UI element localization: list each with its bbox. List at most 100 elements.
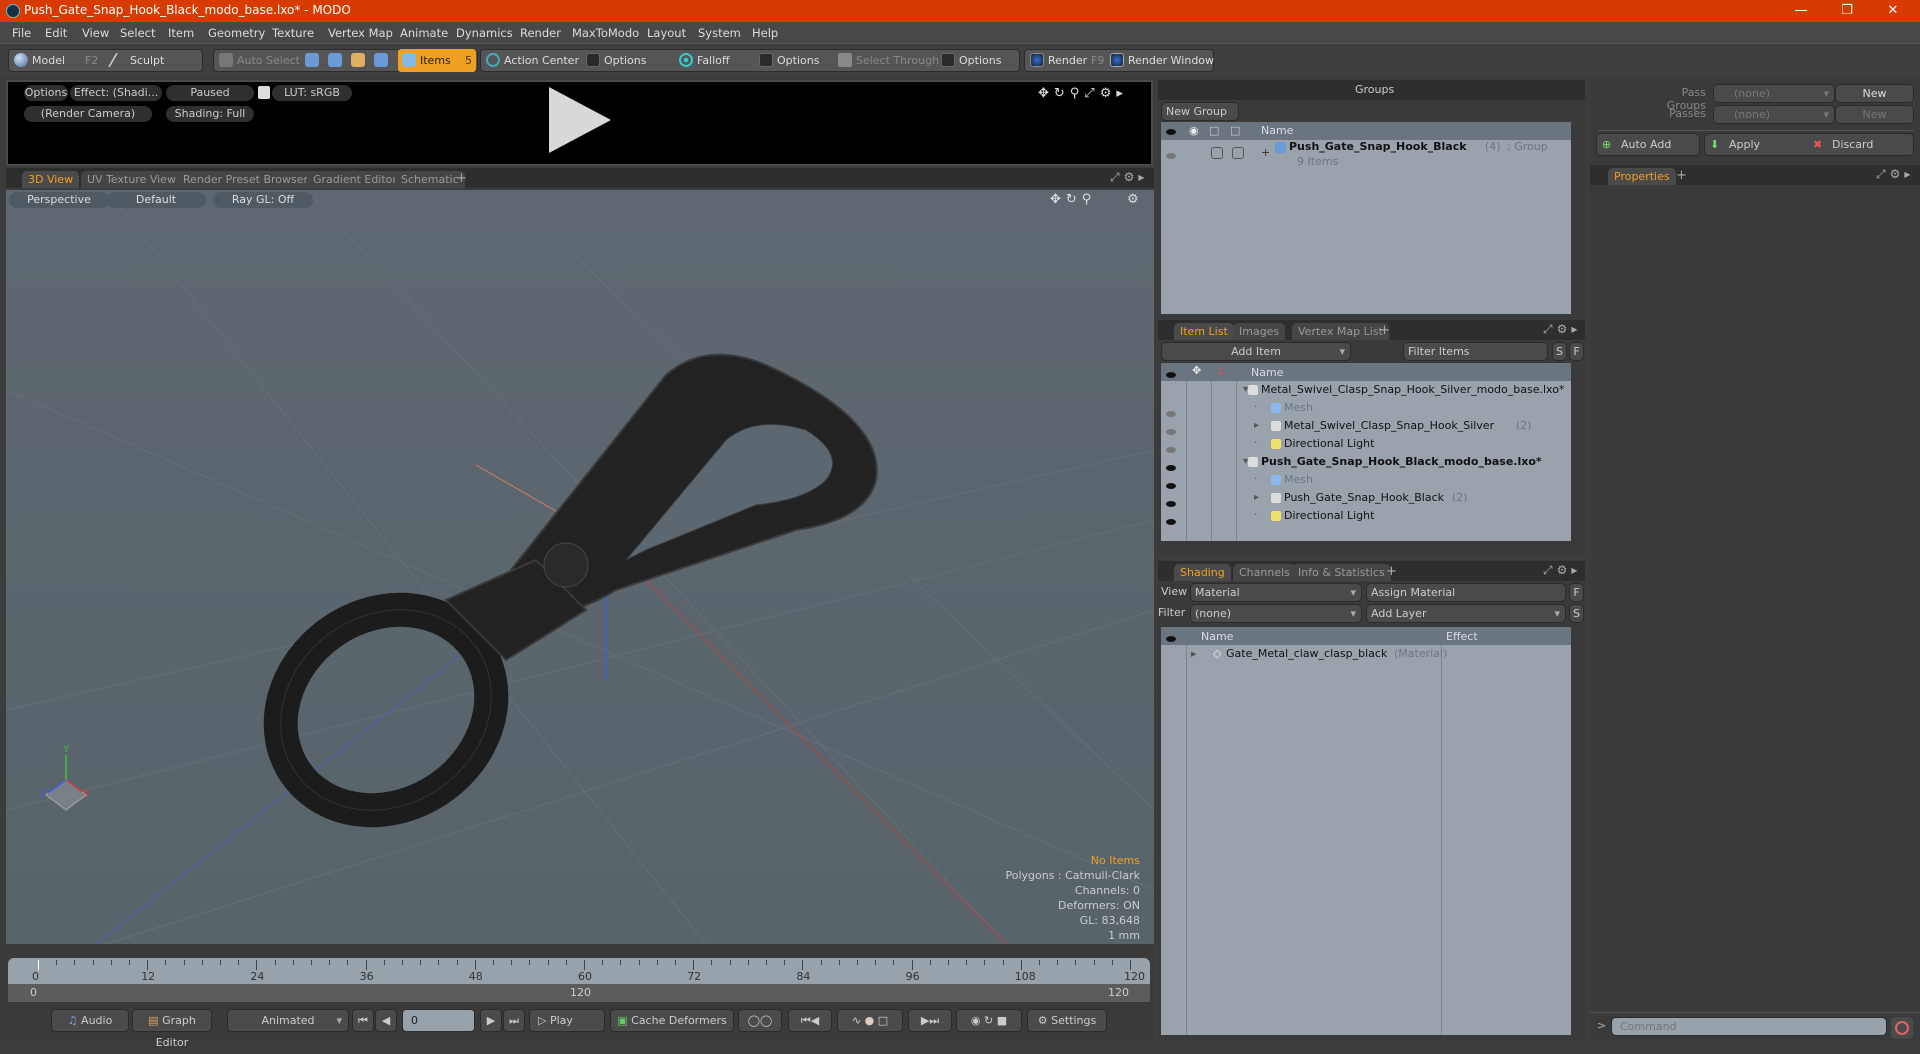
materials-mode-button[interactable] (371, 49, 391, 72)
select-through-options-button[interactable]: Options (937, 49, 1017, 72)
menu-maxtomodo[interactable]: MaxToModo (572, 26, 639, 40)
menu-vertex-map[interactable]: Vertex Map (328, 26, 393, 40)
select-through-button[interactable]: Select Through (834, 49, 939, 72)
tab-vertex-map-list[interactable]: Vertex Map List (1292, 323, 1389, 340)
item-list-row[interactable]: · Mesh (1161, 471, 1571, 489)
shading-s-button[interactable]: S (1569, 604, 1584, 623)
menu-dynamics[interactable]: Dynamics (456, 26, 513, 40)
shading-f-button[interactable]: F (1569, 583, 1584, 602)
itemlist-panel-icons[interactable]: ⤢⚙▸ (1543, 322, 1581, 337)
item-list-row[interactable]: ▾ Push_Gate_Snap_Hook_Black_modo_base.lxo… (1161, 453, 1571, 471)
material-row[interactable]: ▸ ◇ Gate_Metal_claw_clasp_black (Materia… (1161, 645, 1571, 663)
shading-style-dropdown[interactable]: Default (106, 192, 206, 208)
tab-channels[interactable]: Channels (1233, 564, 1296, 581)
filter-items-input[interactable]: Filter Items (1403, 342, 1548, 361)
item-list-row[interactable]: ▸ Push_Gate_Snap_Hook_Black (2) (1161, 489, 1571, 507)
3d-viewport[interactable]: Y Z X Perspective Default Ray GL: Off ✥↻… (6, 190, 1154, 944)
item-list-row[interactable]: ▸ Metal_Swivel_Clasp_Snap_Hook_Silver (2) (1161, 417, 1571, 435)
falloff-button[interactable]: Falloff (675, 49, 755, 72)
tab-info-statistics[interactable]: Info & Statistics (1292, 564, 1391, 581)
keying-buttons[interactable]: ◉ ↻ ■ (956, 1009, 1022, 1032)
render-preview[interactable]: Options Effect: (Shadi... Paused LUT: sR… (6, 80, 1153, 166)
play-button[interactable]: ▷ Play (529, 1009, 605, 1032)
model-button[interactable]: Model F2 (10, 49, 105, 72)
tree-line-icon[interactable]: · (1254, 435, 1257, 453)
edges-mode-button[interactable] (325, 49, 345, 72)
command-input[interactable] (1611, 1017, 1887, 1036)
add-tab-icon[interactable]: + (456, 171, 467, 186)
key-step-buttons[interactable]: ⏮◀ (788, 1009, 832, 1032)
item-list-row[interactable]: ▾ Metal_Swivel_Clasp_Snap_Hook_Silver_mod… (1161, 381, 1571, 399)
search-f-button[interactable]: F (1569, 342, 1584, 361)
new-pass-group-button[interactable]: New (1835, 84, 1914, 103)
tree-line-icon[interactable]: · (1254, 507, 1257, 525)
add-tab-icon[interactable]: + (1676, 168, 1687, 183)
expand-arrow-icon[interactable]: ▸ (1191, 645, 1197, 663)
group-row[interactable]: + Push_Gate_Snap_Hook_Black (4) : Group … (1161, 140, 1571, 174)
tab-uv-texture-view[interactable]: UV Texture View (81, 171, 182, 188)
action-center-button[interactable]: Action Center (482, 49, 582, 72)
tab-3d-view[interactable]: 3D View (22, 171, 80, 188)
sculpt-button[interactable]: Sculpt (107, 49, 198, 72)
auto-add-button[interactable]: ⊕ Auto Add (1596, 133, 1700, 156)
animated-dropdown[interactable]: Animated ▾ (227, 1009, 349, 1032)
tab-images[interactable]: Images (1233, 323, 1286, 340)
menu-geometry[interactable]: Geometry (208, 26, 265, 40)
preview-options-button[interactable]: Options (24, 85, 68, 101)
settings-button[interactable]: ⚙ Settings (1027, 1009, 1107, 1032)
camera-dropdown[interactable]: (Render Camera) (24, 106, 152, 122)
record-buttons[interactable]: ∿ ● □ (837, 1009, 903, 1032)
expand-icon[interactable]: + (1261, 146, 1270, 159)
new-pass-button[interactable]: New (1835, 105, 1914, 124)
lock-icon[interactable] (258, 86, 270, 99)
cache-deformers-button[interactable]: ▣ Cache Deformers (610, 1009, 734, 1032)
lut-dropdown[interactable]: LUT: sRGB (272, 85, 352, 101)
menu-render[interactable]: Render (520, 26, 561, 40)
tab-properties[interactable]: Properties (1608, 168, 1676, 185)
menu-edit[interactable]: Edit (45, 26, 67, 40)
select-checkbox[interactable] (1232, 147, 1244, 159)
preview-nav-icons[interactable]: ✥↻⚲⤢⚙▸ (1038, 86, 1128, 101)
tree-line-icon[interactable]: · (1254, 471, 1257, 489)
viewport-panel-icons[interactable]: ⤢⚙▸ (1110, 170, 1148, 185)
play-preview-icon[interactable] (549, 87, 611, 153)
last-frame-button[interactable]: ⏭ (503, 1009, 525, 1032)
tab-gradient-editor[interactable]: Gradient Editor (307, 171, 403, 188)
auto-select-button[interactable]: Auto Select (215, 49, 300, 72)
prev-key-button[interactable]: ◀ (375, 1009, 397, 1032)
render-window-button[interactable]: Render Window (1106, 49, 1214, 72)
timeline-range-bar[interactable]: 0 120 120 (8, 984, 1150, 1002)
paused-button[interactable]: Paused (166, 85, 254, 101)
frame-input[interactable]: 0 (402, 1009, 475, 1032)
vertices-mode-button[interactable] (302, 49, 322, 72)
viewport-settings-icon[interactable]: ⚙ (1127, 192, 1139, 207)
graph-editor-button[interactable]: ▤ Graph Editor (132, 1009, 212, 1049)
first-frame-button[interactable]: ⏮ (352, 1009, 374, 1032)
assign-material-button[interactable]: Assign Material (1366, 583, 1566, 602)
menu-item[interactable]: Item (168, 26, 194, 40)
discard-button[interactable]: ✖ Discard (1808, 137, 1912, 155)
add-item-dropdown[interactable]: Add Item ▾ (1161, 342, 1351, 361)
item-list-row[interactable]: · Mesh (1161, 399, 1571, 417)
menu-layout[interactable]: Layout (647, 26, 686, 40)
record-macro-button[interactable] (1891, 1017, 1913, 1039)
close-button[interactable]: ✕ (1870, 0, 1916, 22)
menu-system[interactable]: System (698, 26, 741, 40)
lock-checkbox[interactable] (1211, 147, 1223, 159)
key-nav-buttons[interactable]: ◯◯ (738, 1009, 782, 1032)
tab-item-list[interactable]: Item List (1174, 323, 1234, 340)
viewport-nav-icons[interactable]: ✥↻⚲ (1050, 192, 1096, 207)
view-dropdown[interactable]: Material ▾ (1190, 583, 1362, 602)
key-forward-buttons[interactable]: ▶⏭ (908, 1009, 952, 1032)
item-list-row[interactable]: · Directional Light (1161, 435, 1571, 453)
menu-texture[interactable]: Texture (272, 26, 314, 40)
properties-panel-icons[interactable]: ⤢⚙▸ (1876, 167, 1914, 182)
menu-select[interactable]: Select (120, 26, 155, 40)
menu-animate[interactable]: Animate (400, 26, 448, 40)
passes-dropdown[interactable]: (none) ▾ (1713, 105, 1835, 124)
raygl-dropdown[interactable]: Ray GL: Off (213, 192, 313, 208)
visibility-icon[interactable] (1166, 149, 1176, 162)
expand-arrow-icon[interactable]: ▸ (1254, 417, 1259, 435)
falloff-options-button[interactable]: Options (755, 49, 835, 72)
menu-file[interactable]: File (12, 26, 31, 40)
